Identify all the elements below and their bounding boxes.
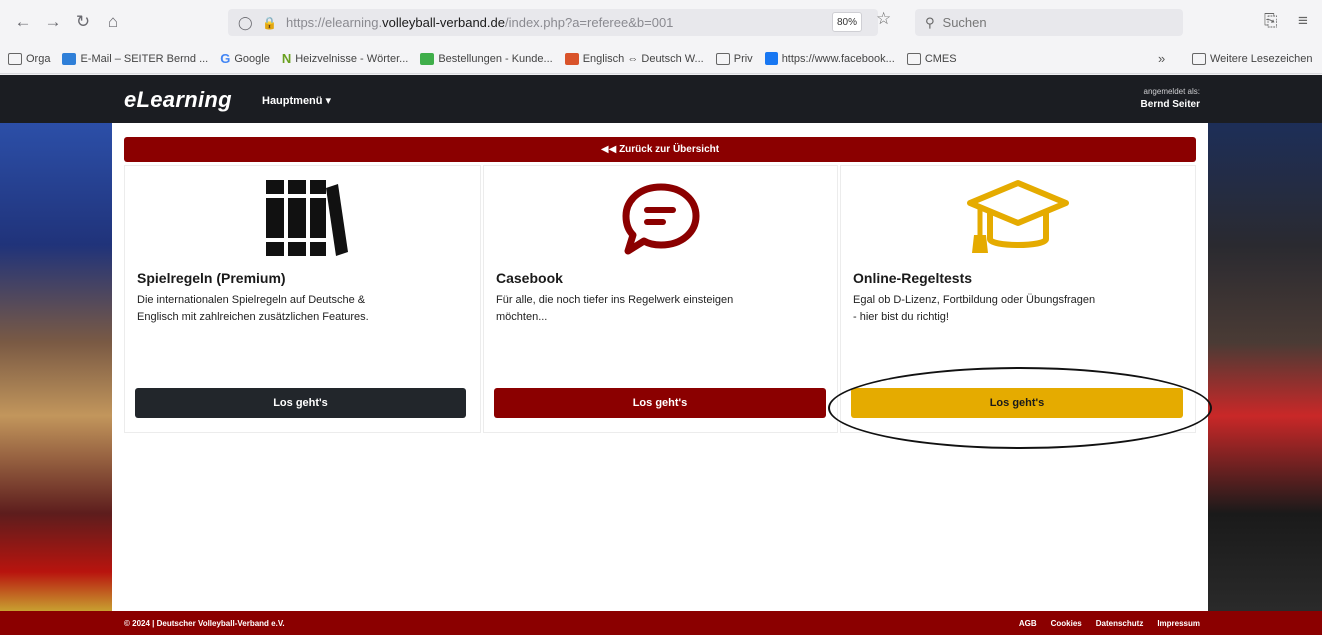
- books-icon: [125, 174, 480, 264]
- mail-icon: [62, 52, 77, 65]
- copyright-text: © 2024 | Deutscher Volleyball-Verband e.…: [124, 619, 285, 628]
- online-regeltests-start-button[interactable]: Los geht's: [851, 388, 1183, 418]
- url-host: volleyball-verband.de: [382, 15, 505, 30]
- bookmarks-bar: Orga E-Mail – SEITER Bernd ... G Google N…: [0, 44, 1322, 74]
- site-footer: © 2024 | Deutscher Volleyball-Verband e.…: [0, 611, 1322, 635]
- main-content: ◀◀ Zurück zur Übersicht Spielregeln (Pre…: [112, 123, 1208, 611]
- hamburger-menu-icon[interactable]: ≡: [1298, 11, 1308, 31]
- bookmark-cmes[interactable]: CMES: [906, 52, 957, 65]
- dictionary-icon: [564, 52, 579, 65]
- casebook-start-button[interactable]: Los geht's: [494, 388, 826, 418]
- folder-icon: [906, 52, 921, 65]
- folder-icon: [1192, 52, 1206, 65]
- bookmarks-overflow-icon[interactable]: »: [1158, 51, 1165, 66]
- footer-link-datenschutz[interactable]: Datenschutz: [1096, 619, 1144, 628]
- reload-icon[interactable]: ↻: [72, 11, 94, 33]
- card-spielregeln: Spielregeln (Premium) Die internationale…: [124, 165, 481, 433]
- card-title: Spielregeln (Premium): [137, 270, 286, 286]
- card-title: Online-Regeltests: [853, 270, 973, 286]
- bookmark-star-icon[interactable]: ☆: [876, 9, 891, 29]
- folder-icon: [715, 52, 730, 65]
- footer-links: AGB Cookies Datenschutz Impressum: [1005, 619, 1200, 628]
- lock-icon[interactable]: 🔒: [262, 16, 277, 30]
- bookmark-priv[interactable]: Priv: [715, 52, 753, 65]
- spielregeln-start-button[interactable]: Los geht's: [135, 388, 466, 418]
- n-icon: N: [281, 51, 292, 66]
- bookmark-facebook[interactable]: https://www.facebook...: [764, 52, 895, 65]
- shield-icon[interactable]: ◯: [238, 15, 253, 31]
- web-page: eLearning Hauptmenü ▾ angemeldet als: Be…: [0, 75, 1322, 635]
- back-to-overview-button[interactable]: ◀◀ Zurück zur Übersicht: [124, 137, 1196, 162]
- card-description: Die internationalen Spielregeln auf Deut…: [137, 294, 369, 323]
- logged-in-caption: angemeldet als:: [1143, 87, 1200, 96]
- bookmark-woerter[interactable]: N Heizvelnisse - Wörter...: [282, 51, 408, 66]
- url-path: /index.php?a=referee&b=001: [504, 15, 674, 30]
- url-prefix: https://elearning.: [286, 15, 383, 30]
- back-arrow-icon[interactable]: ←: [12, 11, 34, 33]
- graduation-cap-icon: [841, 174, 1195, 264]
- home-icon[interactable]: ⌂: [102, 11, 124, 33]
- folder-icon: [8, 52, 22, 65]
- sheet-icon: [420, 52, 435, 65]
- speech-bubble-icon: [484, 174, 837, 264]
- bookmark-orga[interactable]: Orga: [8, 52, 50, 65]
- google-icon: G: [220, 51, 231, 66]
- card-description: Egal ob D-Lizenz, Fortbildung oder Übung…: [853, 294, 1096, 323]
- forward-arrow-icon[interactable]: →: [42, 11, 64, 33]
- bookmark-email[interactable]: E-Mail – SEITER Bernd ...: [62, 52, 208, 65]
- url-bar[interactable]: ◯ 🔒 https://elearning. volleyball-verband…: [228, 9, 878, 36]
- card-title: Casebook: [496, 270, 563, 286]
- brand-logo[interactable]: eLearning: [124, 87, 232, 113]
- background-photo-right: [1208, 123, 1322, 611]
- extensions-icon[interactable]: ⎘: [1264, 11, 1278, 31]
- search-placeholder: Suchen: [942, 15, 987, 30]
- site-navbar: eLearning Hauptmenü ▾ angemeldet als: Be…: [0, 75, 1322, 123]
- card-online-regeltests: Online-Regeltests Egal ob D-Lizenz, Fort…: [840, 165, 1196, 433]
- footer-link-agb[interactable]: AGB: [1019, 619, 1037, 628]
- card-casebook: Casebook Für alle, die noch tiefer ins R…: [483, 165, 838, 433]
- zoom-level[interactable]: 80%: [832, 12, 862, 32]
- card-description: Für alle, die noch tiefer ins Regelwerk …: [496, 294, 734, 323]
- bookmark-google[interactable]: G Google: [220, 51, 270, 66]
- footer-link-cookies[interactable]: Cookies: [1051, 619, 1082, 628]
- facebook-icon: [764, 52, 778, 65]
- bookmark-bestellungen[interactable]: Bestellungen - Kunde...: [420, 52, 553, 65]
- search-icon: ⚲: [925, 14, 935, 30]
- browser-toolbar: ← → ↻ ⌂ ◯ 🔒 https://elearning. volleyball…: [0, 0, 1322, 44]
- user-name[interactable]: Bernd Seiter: [1100, 99, 1200, 110]
- bookmark-more[interactable]: Weitere Lesezeichen: [1192, 52, 1313, 65]
- search-input[interactable]: ⚲ Suchen: [915, 9, 1183, 36]
- main-menu-dropdown[interactable]: Hauptmenü ▾: [262, 94, 331, 107]
- bookmark-dictionary[interactable]: Englisch ⇔ Deutsch W...: [564, 52, 704, 65]
- footer-link-impressum[interactable]: Impressum: [1157, 619, 1200, 628]
- background-photo-left: [0, 123, 112, 611]
